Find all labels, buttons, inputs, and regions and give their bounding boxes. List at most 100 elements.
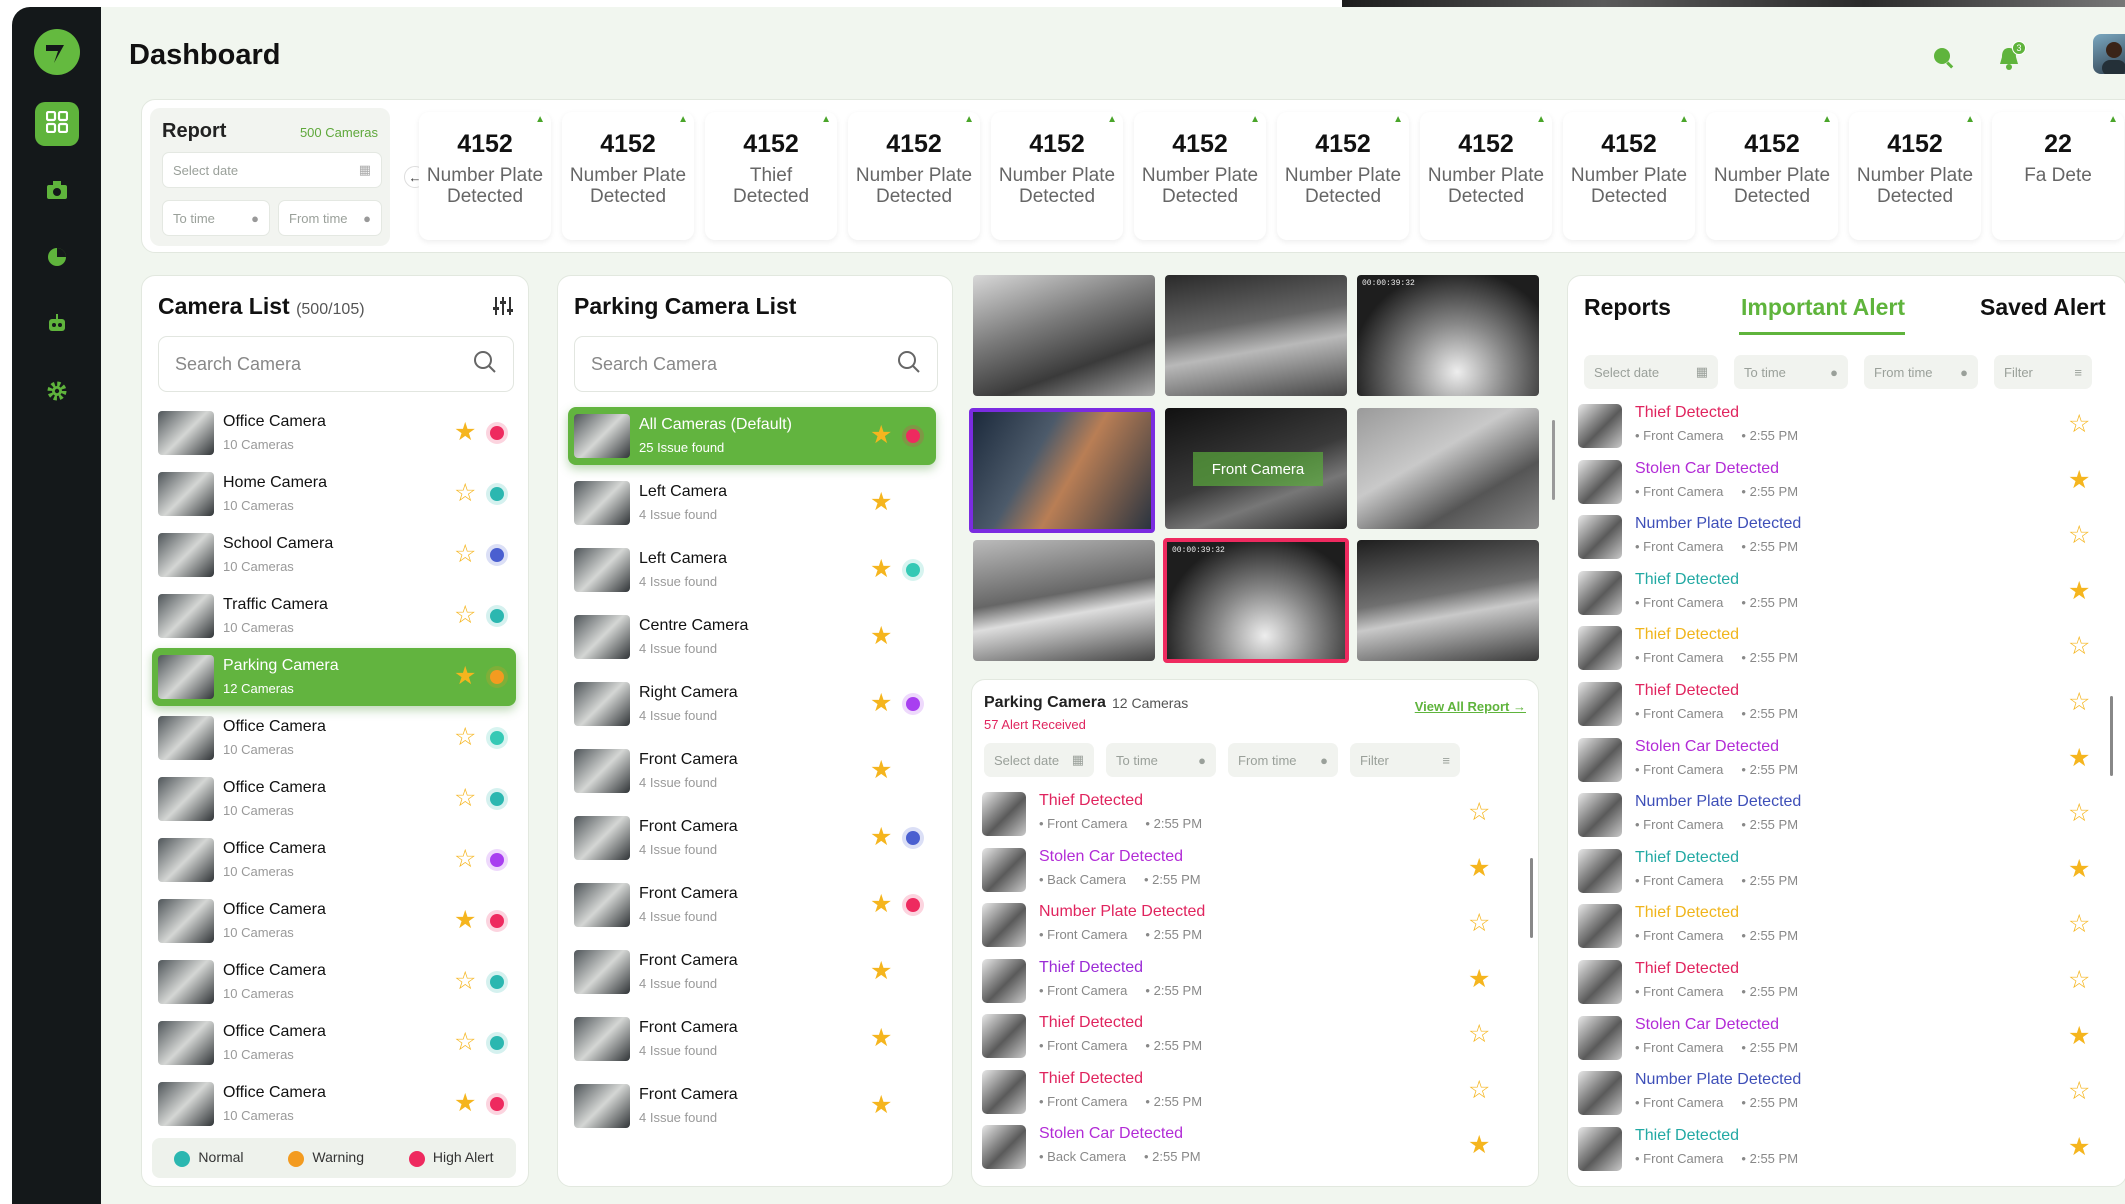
sidebar-item-ai[interactable]	[35, 304, 79, 348]
alert-item[interactable]: Stolen Car Detected • Back Camera • 2:55 …	[982, 1121, 1502, 1173]
report-date-field[interactable]: Select date ▦	[162, 152, 382, 188]
reports-date-field[interactable]: Select date ▦	[1584, 355, 1718, 389]
star-filled-icon[interactable]: ★	[870, 957, 892, 985]
alert-item[interactable]: Stolen Car Detected • Front Camera • 2:55…	[1578, 456, 2098, 508]
star-filled-icon[interactable]: ★	[2068, 855, 2090, 883]
star-filled-icon[interactable]: ★	[870, 488, 892, 516]
search-button[interactable]	[1929, 45, 1959, 75]
notification-button[interactable]: 3	[1994, 41, 2026, 75]
tab-saved-alert[interactable]: Saved Alert	[1980, 294, 2106, 321]
stat-card[interactable]: ▲ 4152 Number Plate Detected	[562, 112, 694, 240]
list-item[interactable]: Front Camera 4 Issue found ★	[568, 943, 936, 1001]
star-filled-icon[interactable]: ★	[870, 1091, 892, 1119]
star-filled-icon[interactable]: ★	[1468, 965, 1490, 993]
star-filled-icon[interactable]: ★	[454, 906, 476, 934]
tab-reports[interactable]: Reports	[1584, 294, 1671, 321]
stat-card[interactable]: ▲ 4152 Number Plate Detected	[1849, 112, 1981, 240]
star-filled-icon[interactable]: ★	[870, 421, 892, 449]
list-item[interactable]: Front Camera 4 Issue found ★	[568, 876, 936, 934]
alerts-filter-field[interactable]: Filter ≡	[1350, 743, 1460, 777]
alerts-from-time-field[interactable]: From time ●	[1228, 743, 1338, 777]
alerts-scrollbar[interactable]	[1530, 858, 1533, 938]
list-item[interactable]: Left Camera 4 Issue found ★	[568, 474, 936, 532]
reports-to-time-field[interactable]: To time ●	[1734, 355, 1848, 389]
list-item[interactable]: Office Camera 10 Cameras ☆	[152, 770, 516, 828]
stat-card[interactable]: ▲ 4152 Number Plate Detected	[1420, 112, 1552, 240]
star-outline-icon[interactable]: ☆	[454, 1028, 476, 1056]
star-filled-icon[interactable]: ★	[870, 555, 892, 583]
star-filled-icon[interactable]: ★	[1468, 854, 1490, 882]
star-outline-icon[interactable]: ☆	[454, 479, 476, 507]
alert-item[interactable]: Thief Detected • Front Camera • 2:55 PM ★	[982, 955, 1502, 1007]
alert-item[interactable]: Thief Detected • Front Camera • 2:55 PM ☆	[1578, 900, 2098, 952]
stat-card[interactable]: ▲ 4152 Number Plate Detected	[419, 112, 551, 240]
star-filled-icon[interactable]: ★	[2068, 1022, 2090, 1050]
camera-feed-4-selected[interactable]	[969, 408, 1155, 533]
alert-item[interactable]: Stolen Car Detected • Back Camera • 2:55 …	[982, 844, 1502, 896]
list-item[interactable]: Parking Camera 12 Cameras ★	[152, 648, 516, 706]
list-item[interactable]: Office Camera 10 Cameras ★	[152, 892, 516, 950]
list-item[interactable]: Office Camera 10 Cameras ☆	[152, 709, 516, 767]
star-outline-icon[interactable]: ☆	[2068, 410, 2090, 438]
stat-card[interactable]: ▲ 22 Fa Dete	[1992, 112, 2124, 240]
alert-item[interactable]: Number Plate Detected • Front Camera • 2:…	[982, 899, 1502, 951]
report-from-time-field[interactable]: From time ●	[278, 200, 382, 236]
feed-scrollbar[interactable]	[1552, 420, 1555, 500]
reports-filter-field[interactable]: Filter ≡	[1994, 355, 2092, 389]
alert-item[interactable]: Thief Detected • Front Camera • 2:55 PM ☆	[982, 1010, 1502, 1062]
camera-feed-5[interactable]: Front Camera	[1165, 408, 1347, 529]
alert-item[interactable]: Number Plate Detected • Front Camera • 2:…	[1578, 1067, 2098, 1119]
star-outline-icon[interactable]: ☆	[1468, 1020, 1490, 1048]
sidebar-item-camera[interactable]	[35, 170, 79, 214]
star-outline-icon[interactable]: ☆	[454, 540, 476, 568]
stat-card[interactable]: ▲ 4152 Thief Detected	[705, 112, 837, 240]
list-item[interactable]: Left Camera 4 Issue found ★	[568, 541, 936, 599]
alert-item[interactable]: Thief Detected • Front Camera • 2:55 PM ☆	[1578, 678, 2098, 730]
list-item[interactable]: Front Camera 4 Issue found ★	[568, 1010, 936, 1068]
star-filled-icon[interactable]: ★	[2068, 466, 2090, 494]
alert-item[interactable]: Stolen Car Detected • Front Camera • 2:55…	[1578, 1012, 2098, 1064]
stat-card[interactable]: ▲ 4152 Number Plate Detected	[991, 112, 1123, 240]
star-outline-icon[interactable]: ☆	[1468, 798, 1490, 826]
filter-sliders-icon[interactable]	[492, 295, 514, 322]
star-outline-icon[interactable]: ☆	[1468, 1076, 1490, 1104]
list-item[interactable]: Right Camera 4 Issue found ★	[568, 675, 936, 733]
alert-item[interactable]: Thief Detected • Front Camera • 2:55 PM ★	[1578, 567, 2098, 619]
list-item[interactable]: Office Camera 10 Cameras ★	[152, 404, 516, 462]
star-outline-icon[interactable]: ☆	[2068, 966, 2090, 994]
tab-important-alert[interactable]: Important Alert	[1741, 294, 1905, 321]
list-item[interactable]: Office Camera 10 Cameras ☆	[152, 1014, 516, 1072]
star-outline-icon[interactable]: ☆	[2068, 910, 2090, 938]
sidebar-item-settings[interactable]	[35, 371, 79, 415]
star-filled-icon[interactable]: ★	[870, 622, 892, 650]
camera-feed-3[interactable]: 00:00:39:32	[1357, 275, 1539, 396]
star-filled-icon[interactable]: ★	[870, 890, 892, 918]
star-filled-icon[interactable]: ★	[454, 418, 476, 446]
stat-card[interactable]: ▲ 4152 Number Plate Detected	[1563, 112, 1695, 240]
reports-scrollbar[interactable]	[2110, 696, 2113, 776]
list-item[interactable]: School Camera 10 Cameras ☆	[152, 526, 516, 584]
camera-feed-8-alert[interactable]: 00:00:39:32	[1163, 538, 1349, 663]
star-outline-icon[interactable]: ☆	[2068, 521, 2090, 549]
star-outline-icon[interactable]: ☆	[2068, 688, 2090, 716]
list-item[interactable]: Front Camera 4 Issue found ★	[568, 742, 936, 800]
alert-item[interactable]: Thief Detected • Front Camera • 2:55 PM ★	[1578, 1123, 2098, 1175]
alert-item[interactable]: Thief Detected • Front Camera • 2:55 PM ☆	[1578, 400, 2098, 452]
star-outline-icon[interactable]: ☆	[454, 845, 476, 873]
avatar[interactable]	[2093, 34, 2125, 74]
camera-search-input[interactable]: Search Camera	[158, 336, 514, 392]
star-filled-icon[interactable]: ★	[870, 1024, 892, 1052]
alert-item[interactable]: Thief Detected • Front Camera • 2:55 PM ☆	[982, 1066, 1502, 1118]
list-item[interactable]: Centre Camera 4 Issue found ★	[568, 608, 936, 666]
logo[interactable]	[34, 29, 80, 75]
star-filled-icon[interactable]: ★	[2068, 744, 2090, 772]
star-outline-icon[interactable]: ☆	[2068, 799, 2090, 827]
stat-card[interactable]: ▲ 4152 Number Plate Detected	[1134, 112, 1266, 240]
star-filled-icon[interactable]: ★	[454, 1089, 476, 1117]
stat-card[interactable]: ▲ 4152 Number Plate Detected	[848, 112, 980, 240]
parking-search-input[interactable]: Search Camera	[574, 336, 938, 392]
camera-feed-7[interactable]	[973, 540, 1155, 661]
list-item[interactable]: Office Camera 10 Cameras ☆	[152, 953, 516, 1011]
camera-feed-1[interactable]	[973, 275, 1155, 396]
alert-item[interactable]: Number Plate Detected • Front Camera • 2:…	[1578, 511, 2098, 563]
